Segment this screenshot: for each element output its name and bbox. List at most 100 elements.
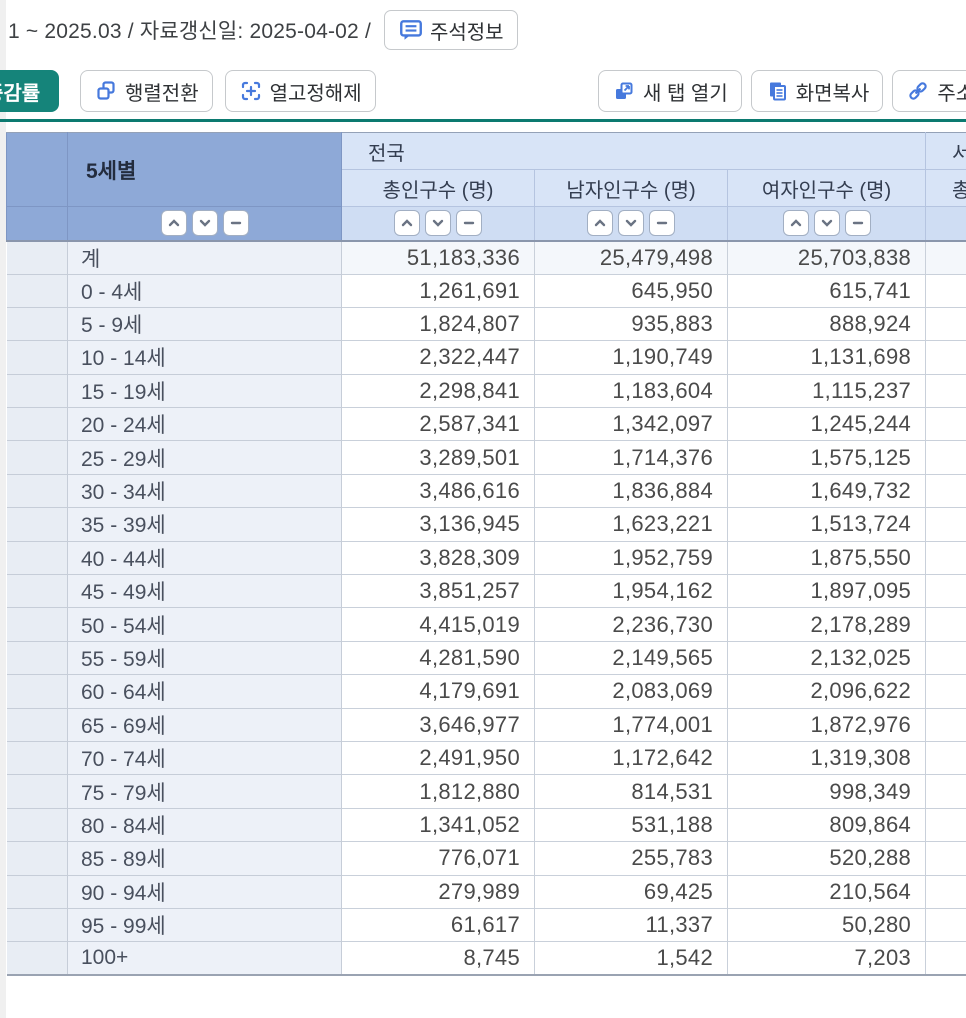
total-value-cell: 776,071 (342, 842, 535, 875)
table-row: 45 - 49세3,851,2571,954,1621,897,095 (7, 575, 966, 608)
partial-value-cell (926, 274, 966, 307)
age-label-cell: 25 - 29세 (68, 441, 342, 474)
table-row: 50 - 54세4,415,0192,236,7302,178,289 (7, 608, 966, 641)
partial-value-cell (926, 408, 966, 441)
partial-value-cell (926, 942, 966, 975)
sort-down-icon[interactable] (425, 210, 451, 236)
age-label-cell: 30 - 34세 (68, 474, 342, 507)
transpose-button[interactable]: 행렬전환 (80, 70, 213, 112)
age-label-cell: 계 (68, 241, 342, 275)
teal-divider (0, 119, 966, 122)
row-margin-cell (7, 808, 68, 841)
row-margin-cell (7, 441, 68, 474)
data-grid: 5세별 전국 서 총인구수 (명) 남자인구수 (명) 여자인구수 (명) 총 (6, 132, 966, 977)
toolbar-left-group: 행렬전환 열고정해제 (80, 70, 376, 112)
table-row: 0 - 4세1,261,691645,950615,741 (7, 274, 966, 307)
sort-cell-partial (926, 207, 966, 241)
partial-value-cell (926, 775, 966, 808)
female-value-cell: 998,349 (728, 775, 926, 808)
row-margin-cell (7, 608, 68, 641)
partial-value-cell (926, 641, 966, 674)
sort-down-icon[interactable] (814, 210, 840, 236)
female-value-cell: 1,872,976 (728, 708, 926, 741)
row-margin-cell (7, 374, 68, 407)
column-header-male: 남자인구수 (명) (535, 170, 728, 207)
age-label-cell: 5 - 9세 (68, 307, 342, 340)
sort-up-icon[interactable] (161, 210, 187, 236)
rate-button[interactable]: 증감률 (0, 70, 59, 112)
female-value-cell: 1,875,550 (728, 541, 926, 574)
female-value-cell: 1,245,244 (728, 408, 926, 441)
male-value-cell: 1,714,376 (535, 441, 728, 474)
age-label-cell: 0 - 4세 (68, 274, 342, 307)
age-label-cell: 20 - 24세 (68, 408, 342, 441)
male-value-cell: 1,952,759 (535, 541, 728, 574)
unfreeze-grid-icon (239, 79, 263, 103)
partial-value-cell (926, 908, 966, 941)
new-tab-button[interactable]: 새 탭 열기 (598, 70, 742, 112)
sort-down-icon[interactable] (192, 210, 218, 236)
unfreeze-columns-label: 열고정해제 (270, 77, 362, 106)
age-label-cell: 80 - 84세 (68, 808, 342, 841)
period-text: 1 ~ 2025.03 / 자료갱신일: 2025-04-02 / (8, 15, 371, 45)
male-value-cell: 814,531 (535, 775, 728, 808)
sort-up-icon[interactable] (394, 210, 420, 236)
address-source-button[interactable]: 주소/출처 (892, 70, 966, 112)
total-value-cell: 8,745 (342, 942, 535, 975)
female-value-cell: 1,897,095 (728, 575, 926, 608)
partial-value-cell (926, 374, 966, 407)
total-value-cell: 2,298,841 (342, 374, 535, 407)
female-value-cell: 1,575,125 (728, 441, 926, 474)
screen-copy-label: 화면복사 (796, 77, 870, 106)
age-label-cell: 40 - 44세 (68, 541, 342, 574)
male-value-cell: 1,774,001 (535, 708, 728, 741)
sort-down-icon[interactable] (618, 210, 644, 236)
male-value-cell: 531,188 (535, 808, 728, 841)
table-row: 5 - 9세1,824,807935,883888,924 (7, 307, 966, 340)
partial-value-cell (926, 541, 966, 574)
column-header-female: 여자인구수 (명) (728, 170, 926, 207)
column-header-total: 총인구수 (명) (342, 170, 535, 207)
row-margin-cell (7, 307, 68, 340)
table-row: 35 - 39세3,136,9451,623,2211,513,724 (7, 508, 966, 541)
link-icon (906, 79, 930, 103)
collapse-icon[interactable] (845, 210, 871, 236)
row-margin-cell (7, 842, 68, 875)
age-label-cell: 45 - 49세 (68, 575, 342, 608)
table-row: 85 - 89세776,071255,783520,288 (7, 842, 966, 875)
sort-controls-row (7, 207, 966, 241)
male-value-cell: 1,172,642 (535, 741, 728, 774)
row-margin-cell (7, 741, 68, 774)
collapse-icon[interactable] (456, 210, 482, 236)
sort-up-icon[interactable] (783, 210, 809, 236)
unfreeze-columns-button[interactable]: 열고정해제 (225, 70, 376, 112)
female-value-cell: 25,703,838 (728, 241, 926, 275)
female-value-cell: 1,115,237 (728, 374, 926, 407)
collapse-icon[interactable] (649, 210, 675, 236)
table-row: 15 - 19세2,298,8411,183,6041,115,237 (7, 374, 966, 407)
table-row: 55 - 59세4,281,5902,149,5652,132,025 (7, 641, 966, 674)
sort-cell-female (728, 207, 926, 241)
sort-up-icon[interactable] (587, 210, 613, 236)
male-value-cell: 935,883 (535, 307, 728, 340)
screen-copy-button[interactable]: 화면복사 (751, 70, 884, 112)
male-value-cell: 1,542 (535, 942, 728, 975)
female-value-cell: 2,096,622 (728, 675, 926, 708)
age-label-cell: 85 - 89세 (68, 842, 342, 875)
total-value-cell: 3,851,257 (342, 575, 535, 608)
partial-value-cell (926, 842, 966, 875)
male-value-cell: 2,236,730 (535, 608, 728, 641)
partial-value-cell (926, 808, 966, 841)
total-value-cell: 1,812,880 (342, 775, 535, 808)
sort-cell-male (535, 207, 728, 241)
age-label-cell: 50 - 54세 (68, 608, 342, 641)
annotation-info-button[interactable]: 주석정보 (384, 10, 518, 50)
row-margin-cell (7, 708, 68, 741)
male-value-cell: 1,190,749 (535, 341, 728, 374)
collapse-icon[interactable] (223, 210, 249, 236)
female-value-cell: 210,564 (728, 875, 926, 908)
age-label-cell: 75 - 79세 (68, 775, 342, 808)
table-row: 70 - 74세2,491,9501,172,6421,319,308 (7, 741, 966, 774)
table-row: 20 - 24세2,587,3411,342,0971,245,244 (7, 408, 966, 441)
partial-value-cell (926, 575, 966, 608)
